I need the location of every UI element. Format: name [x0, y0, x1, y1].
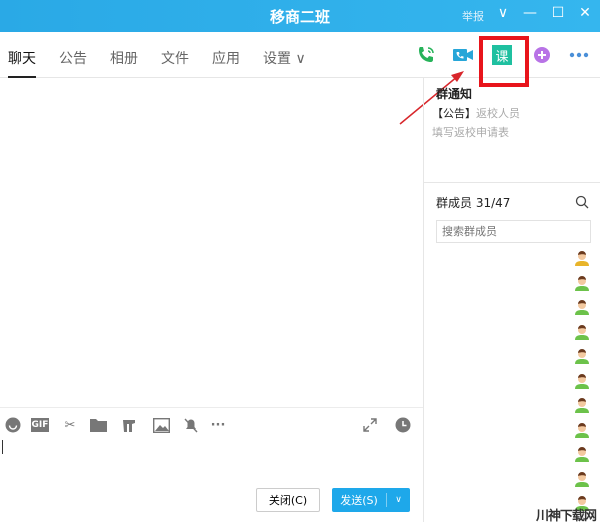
- notice-subtext: 填写返校申请表: [432, 126, 509, 139]
- more-tools-icon[interactable]: ···: [208, 416, 228, 434]
- tab-chat[interactable]: 聊天: [8, 48, 36, 78]
- watermark: 川神下载网: [536, 509, 597, 524]
- send-button[interactable]: 发送(S) ∨: [332, 488, 410, 512]
- folder-icon[interactable]: [89, 416, 107, 434]
- notice-text: 返校人员: [476, 107, 520, 120]
- search-icon[interactable]: [575, 194, 589, 213]
- tab-announcement[interactable]: 公告: [59, 48, 87, 68]
- scissors-icon[interactable]: ✂: [61, 416, 79, 434]
- member-avatar[interactable]: [574, 299, 590, 315]
- mute-bell-icon[interactable]: [182, 416, 200, 434]
- close-chat-button[interactable]: 关闭(C): [256, 488, 320, 512]
- members-title: 群成员 31/47: [436, 196, 511, 210]
- text-cursor[interactable]: [2, 440, 3, 454]
- tab-settings[interactable]: 设置 ∨: [263, 48, 306, 68]
- member-avatar[interactable]: [574, 446, 590, 462]
- emoji-icon[interactable]: [4, 416, 22, 434]
- send-options-chevron-icon[interactable]: ∨: [387, 495, 410, 505]
- tab-album[interactable]: 相册: [110, 48, 138, 68]
- chat-messages-area: [0, 78, 423, 408]
- gif-icon[interactable]: GIF: [31, 418, 49, 432]
- member-avatar[interactable]: [574, 373, 590, 389]
- menu-dropdown-button[interactable]: ∨: [493, 5, 513, 21]
- group-notice-title: 群通知: [436, 87, 473, 101]
- history-clock-icon[interactable]: [394, 416, 412, 434]
- tab-apps[interactable]: 应用: [212, 48, 240, 68]
- member-avatar[interactable]: [574, 348, 590, 364]
- notice-tag: 【公告】: [432, 107, 476, 120]
- add-app-icon[interactable]: [531, 44, 553, 66]
- member-search-input[interactable]: [436, 220, 591, 243]
- member-avatar[interactable]: [574, 275, 590, 291]
- more-icon[interactable]: [568, 44, 590, 66]
- tab-files[interactable]: 文件: [161, 48, 189, 68]
- expand-icon[interactable]: [361, 416, 379, 434]
- maximize-button[interactable]: ☐: [548, 5, 568, 21]
- member-avatar[interactable]: [574, 422, 590, 438]
- report-link[interactable]: 举报: [462, 8, 484, 24]
- member-avatar[interactable]: [574, 471, 590, 487]
- image-icon[interactable]: [152, 416, 170, 434]
- divider: [424, 182, 600, 183]
- phone-call-icon[interactable]: [415, 44, 437, 66]
- close-button[interactable]: ✕: [575, 5, 595, 21]
- message-input-area: GIF ✂ ··· 关闭(C) 发送(S) ∨: [0, 407, 423, 522]
- group-sidebar: 群通知 【公告】返校人员 填写返校申请表 群成员 31/47: [423, 78, 600, 522]
- member-avatar[interactable]: [574, 250, 590, 266]
- group-notice-item[interactable]: 【公告】返校人员: [432, 105, 520, 121]
- minimize-button[interactable]: —: [520, 5, 540, 21]
- send-label[interactable]: 发送(S): [332, 492, 386, 508]
- member-avatar[interactable]: [574, 324, 590, 340]
- video-call-icon[interactable]: [452, 44, 474, 66]
- title-bar: 移商二班 举报 ∨ — ☐ ✕: [0, 0, 600, 32]
- screenshot-tool-icon[interactable]: [120, 416, 138, 434]
- member-avatar[interactable]: [574, 397, 590, 413]
